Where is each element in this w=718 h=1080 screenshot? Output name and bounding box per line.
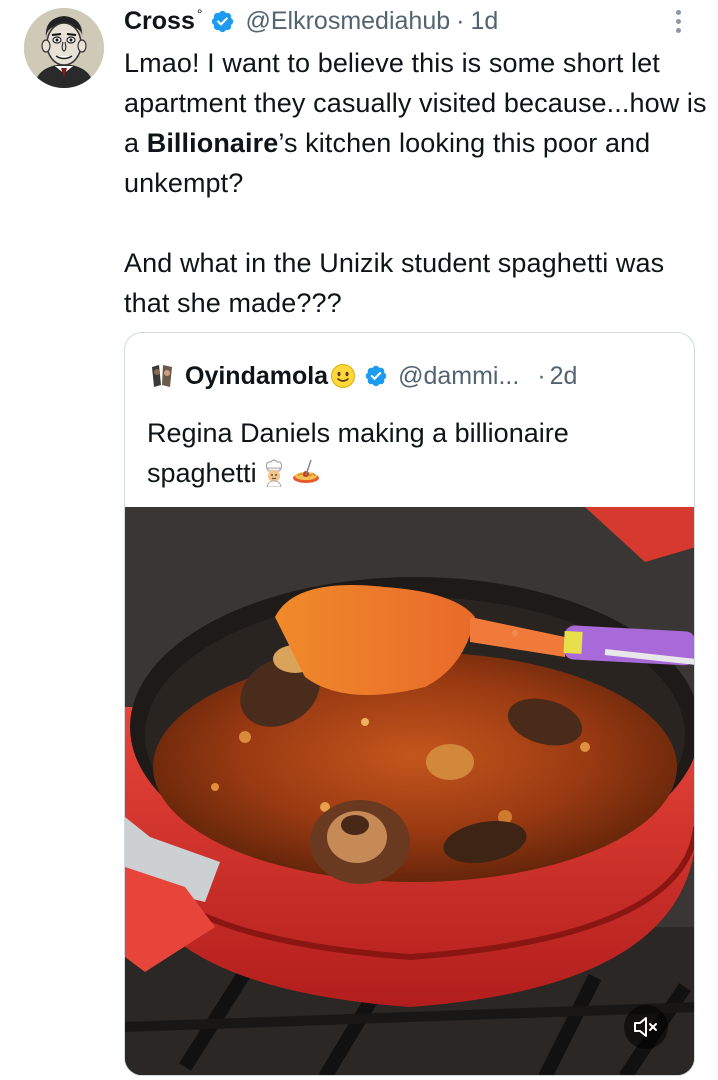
tweet-timestamp[interactable]: 1d (470, 7, 498, 36)
cook-emoji (265, 459, 282, 487)
quoted-tweet-timestamp[interactable]: 2d (550, 362, 578, 391)
verified-badge-icon (365, 365, 387, 387)
quoted-tweet-text: Regina Daniels making a billionaire spag… (147, 413, 677, 493)
tweet-paragraph-1: Lmao! I want to believe this is some sho… (124, 43, 709, 203)
slightly-smiling-face-emoji (331, 364, 356, 388)
quoted-tweet-text-content: Regina Daniels making a billionaire spag… (147, 418, 569, 488)
quoted-author-handle[interactable]: @dammi... (398, 362, 519, 391)
author-name[interactable]: Cross (124, 7, 195, 36)
quoted-author-name[interactable]: Oyindamola (185, 362, 328, 391)
separator-dot: · (456, 6, 465, 35)
quoted-author-avatar[interactable] (147, 361, 177, 391)
video-thumbnail[interactable] (125, 507, 694, 1075)
tweet-paragraph-2: And what in the Unizik student spaghetti… (124, 248, 665, 318)
tweet-header: Cross ° @Elkrosmediahub · 1d (124, 4, 498, 38)
more-options-icon[interactable] (668, 10, 688, 40)
muted-speaker-icon[interactable] (624, 1005, 668, 1049)
verified-badge-icon (212, 10, 234, 32)
tweet-text: Lmao! I want to believe this is some sho… (124, 43, 709, 323)
quoted-tweet-header: Oyindamola @dammi... · 2d (147, 361, 577, 391)
separator-dot: · (537, 361, 546, 390)
quoted-tweet[interactable]: Oyindamola @dammi... · 2d Regina Daniels… (124, 332, 695, 1076)
spaghetti-emoji (292, 459, 319, 483)
tweet[interactable]: Cross ° @Elkrosmediahub · 1d Lmao! I wan… (0, 0, 718, 1080)
author-name-suffix: ° (196, 6, 203, 22)
author-handle[interactable]: @Elkrosmediahub (245, 7, 450, 36)
author-avatar[interactable] (24, 8, 104, 88)
tweet-text-bold: Billionaire (146, 128, 279, 158)
